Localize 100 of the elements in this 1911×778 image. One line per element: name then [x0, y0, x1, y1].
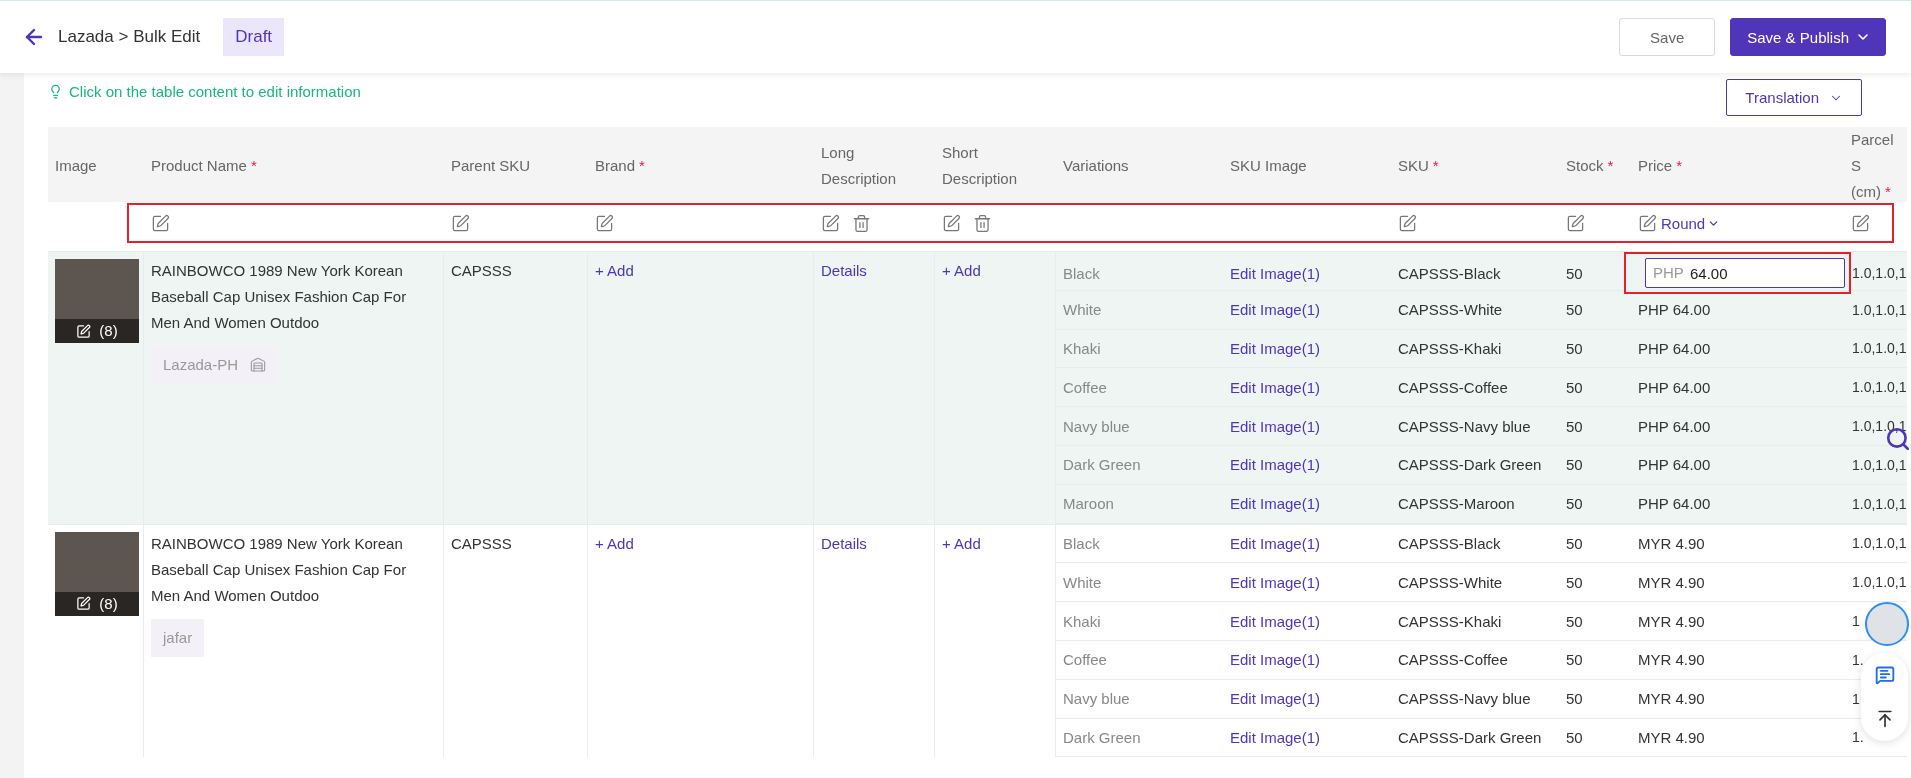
- stock-text: 50: [1566, 340, 1583, 357]
- trash-icon[interactable]: [973, 213, 992, 233]
- store-name: jafar: [163, 627, 193, 648]
- price-text: PHP 64.00: [1638, 495, 1711, 513]
- add-description-link[interactable]: + Add: [942, 534, 981, 552]
- chat-icon: [1874, 665, 1895, 685]
- sku-text: CAPSSS-Navy blue: [1398, 417, 1531, 435]
- edit-icon[interactable]: [76, 323, 92, 339]
- store-name: Lazada-PH: [163, 355, 239, 375]
- image-count: (8): [99, 593, 118, 614]
- sku-text: CAPSSS-Khaki: [1398, 612, 1502, 630]
- column-header: Parcel S (cm) *: [1851, 130, 1895, 202]
- save-button[interactable]: Save: [1619, 18, 1716, 56]
- sku-text: CAPSSS-Dark Green: [1398, 728, 1542, 746]
- image-count: (8): [99, 321, 118, 341]
- product-name: RAINBOWCO 1989 New York Korean Baseball Cap Unisex Fashion Cap For Men And Women Outdoo: [151, 261, 408, 333]
- edit-image-link[interactable]: Edit Image(1): [1230, 573, 1321, 591]
- stock-text: 50: [1566, 690, 1583, 708]
- edit-image-link[interactable]: Edit Image(1): [1230, 495, 1321, 513]
- round-dropdown[interactable]: Round: [1661, 214, 1721, 232]
- variation-name: Navy blue: [1063, 690, 1130, 708]
- details-link[interactable]: Details: [821, 534, 867, 552]
- stock-text: 50: [1566, 378, 1583, 396]
- parcel-size-text: 1.0,1.0,1: [1852, 265, 1907, 281]
- sku-text: CAPSSS-Coffee: [1398, 378, 1508, 396]
- hint-text: Click on the table content to edit information: [48, 83, 361, 100]
- variation-name: Khaki: [1063, 612, 1101, 630]
- price-text: MYR 4.90: [1638, 612, 1705, 630]
- parcel-size-text: 1.: [1852, 651, 1864, 668]
- add-description-link[interactable]: + Add: [942, 262, 981, 279]
- edit-image-link[interactable]: Edit Image(1): [1230, 340, 1321, 357]
- edit-image-link[interactable]: Edit Image(1): [1230, 612, 1321, 630]
- trash-icon[interactable]: [852, 213, 871, 233]
- parcel-size-text: 1.: [1852, 729, 1864, 746]
- edit-image-link[interactable]: Edit Image(1): [1230, 728, 1321, 746]
- parcel-size-text: 1: [1852, 613, 1860, 630]
- edit-icon[interactable]: [76, 596, 92, 612]
- sku-text: CAPSSS-Maroon: [1398, 495, 1515, 513]
- price-text: MYR 4.90: [1638, 573, 1705, 591]
- column-header: SKU *: [1398, 156, 1439, 176]
- edit-image-link[interactable]: Edit Image(1): [1230, 301, 1321, 319]
- stock-text: 50: [1566, 728, 1583, 746]
- sku-text: CAPSSS-Coffee: [1398, 651, 1508, 669]
- parcel-size-text: 1.0,1.0,1: [1852, 340, 1907, 357]
- stock-text: 50: [1566, 456, 1583, 474]
- add-brand-link[interactable]: + Add: [595, 534, 634, 552]
- price-text: PHP 64.00: [1638, 301, 1711, 319]
- price-text: PHP 64.00: [1638, 456, 1711, 474]
- edit-image-link[interactable]: Edit Image(1): [1230, 417, 1321, 435]
- stock-text: 50: [1566, 301, 1583, 319]
- parent-sku: CAPSSS: [451, 262, 512, 279]
- variation-name: Maroon: [1063, 495, 1114, 513]
- details-link[interactable]: Details: [821, 262, 867, 279]
- parcel-size-text: 1.0,1.0,1: [1852, 574, 1907, 591]
- column-header: Price *: [1638, 156, 1683, 176]
- edit-image-link[interactable]: Edit Image(1): [1230, 534, 1321, 552]
- parcel-size-text: 1.0,1.0,1: [1852, 301, 1907, 318]
- variation-name: Khaki: [1063, 340, 1101, 357]
- publish-button[interactable]: Save & Publish: [1730, 18, 1886, 56]
- sku-text: CAPSSS-White: [1398, 573, 1503, 591]
- stock-text: 50: [1566, 264, 1583, 282]
- variation-name: Coffee: [1063, 378, 1107, 396]
- parcel-size-text: 1.0,1.0,1: [1852, 495, 1907, 512]
- variation-name: Dark Green: [1063, 456, 1141, 474]
- stock-text: 50: [1566, 651, 1583, 669]
- parcel-size-text: 1.0,1.0,1: [1852, 456, 1907, 473]
- edit-image-link[interactable]: Edit Image(1): [1230, 690, 1321, 708]
- parcel-size-text: 1.0,1.0,1: [1852, 418, 1907, 435]
- lightbulb-icon: [48, 84, 63, 99]
- edit-image-link[interactable]: Edit Image(1): [1230, 651, 1321, 669]
- stock-text: 50: [1566, 495, 1583, 513]
- column-header: Image: [55, 156, 97, 176]
- column-header: Brand *: [595, 156, 645, 176]
- variation-name: Coffee: [1063, 651, 1107, 669]
- price-text: MYR 4.90: [1638, 534, 1705, 552]
- add-brand-link[interactable]: + Add: [595, 262, 634, 279]
- edit-image-link[interactable]: Edit Image(1): [1230, 456, 1321, 474]
- price-text: PHP 64.00: [1638, 378, 1711, 396]
- variation-name: White: [1063, 573, 1102, 591]
- parcel-size-text: 1: [1852, 690, 1860, 707]
- price-text: PHP 64.00: [1638, 340, 1711, 357]
- price-text: MYR 4.90: [1638, 651, 1705, 669]
- parcel-size-text: 1.0,1.0,1: [1852, 535, 1907, 552]
- product-name: RAINBOWCO 1989 New York Korean Baseball Cap Unisex Fashion Cap For Men And Women Outdoo: [151, 533, 408, 606]
- sku-text: CAPSSS-Black: [1398, 264, 1501, 282]
- edit-image-link[interactable]: Edit Image(1): [1230, 378, 1321, 396]
- variation-name: Navy blue: [1063, 417, 1130, 435]
- column-header: Variations: [1063, 156, 1129, 176]
- parent-sku: CAPSSS: [451, 534, 512, 552]
- status-badge: Draft: [223, 18, 285, 56]
- variation-name: White: [1063, 301, 1102, 319]
- variation-name: Dark Green: [1063, 728, 1141, 746]
- edit-image-link[interactable]: Edit Image(1): [1230, 264, 1321, 282]
- price-text: MYR 4.90: [1638, 690, 1705, 708]
- column-header: Parent SKU: [451, 156, 531, 176]
- price-text: MYR 4.90: [1638, 728, 1705, 746]
- translation-button[interactable]: Translation: [1726, 79, 1862, 116]
- stock-text: 50: [1566, 573, 1583, 591]
- parcel-size-text: 1.0,1.0,1: [1852, 379, 1907, 396]
- sku-text: CAPSSS-Black: [1398, 534, 1501, 552]
